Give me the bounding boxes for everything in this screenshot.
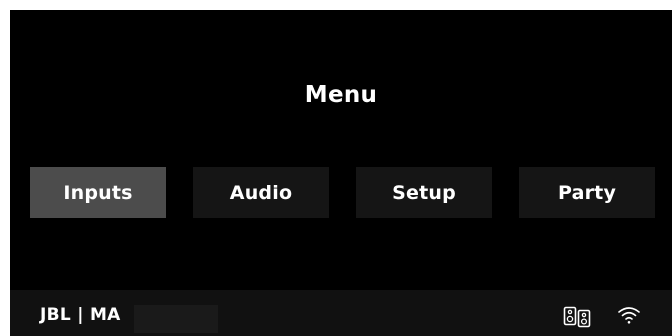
device-name-field <box>134 305 218 333</box>
speakers-icon[interactable] <box>563 306 593 328</box>
wifi-icon[interactable] <box>617 305 641 325</box>
page-title: Menu <box>304 82 378 108</box>
setup-button[interactable]: Setup <box>356 167 492 218</box>
inputs-button[interactable]: Inputs <box>30 167 166 218</box>
party-button[interactable]: Party <box>519 167 655 218</box>
menu-screen: Menu Inputs Audio Setup Party JBL | MA <box>10 10 672 336</box>
menu-buttons: Inputs Audio Setup Party <box>30 167 655 218</box>
status-bar: JBL | MA <box>10 290 672 336</box>
device-name: JBL | MA <box>40 305 121 325</box>
audio-button[interactable]: Audio <box>193 167 329 218</box>
